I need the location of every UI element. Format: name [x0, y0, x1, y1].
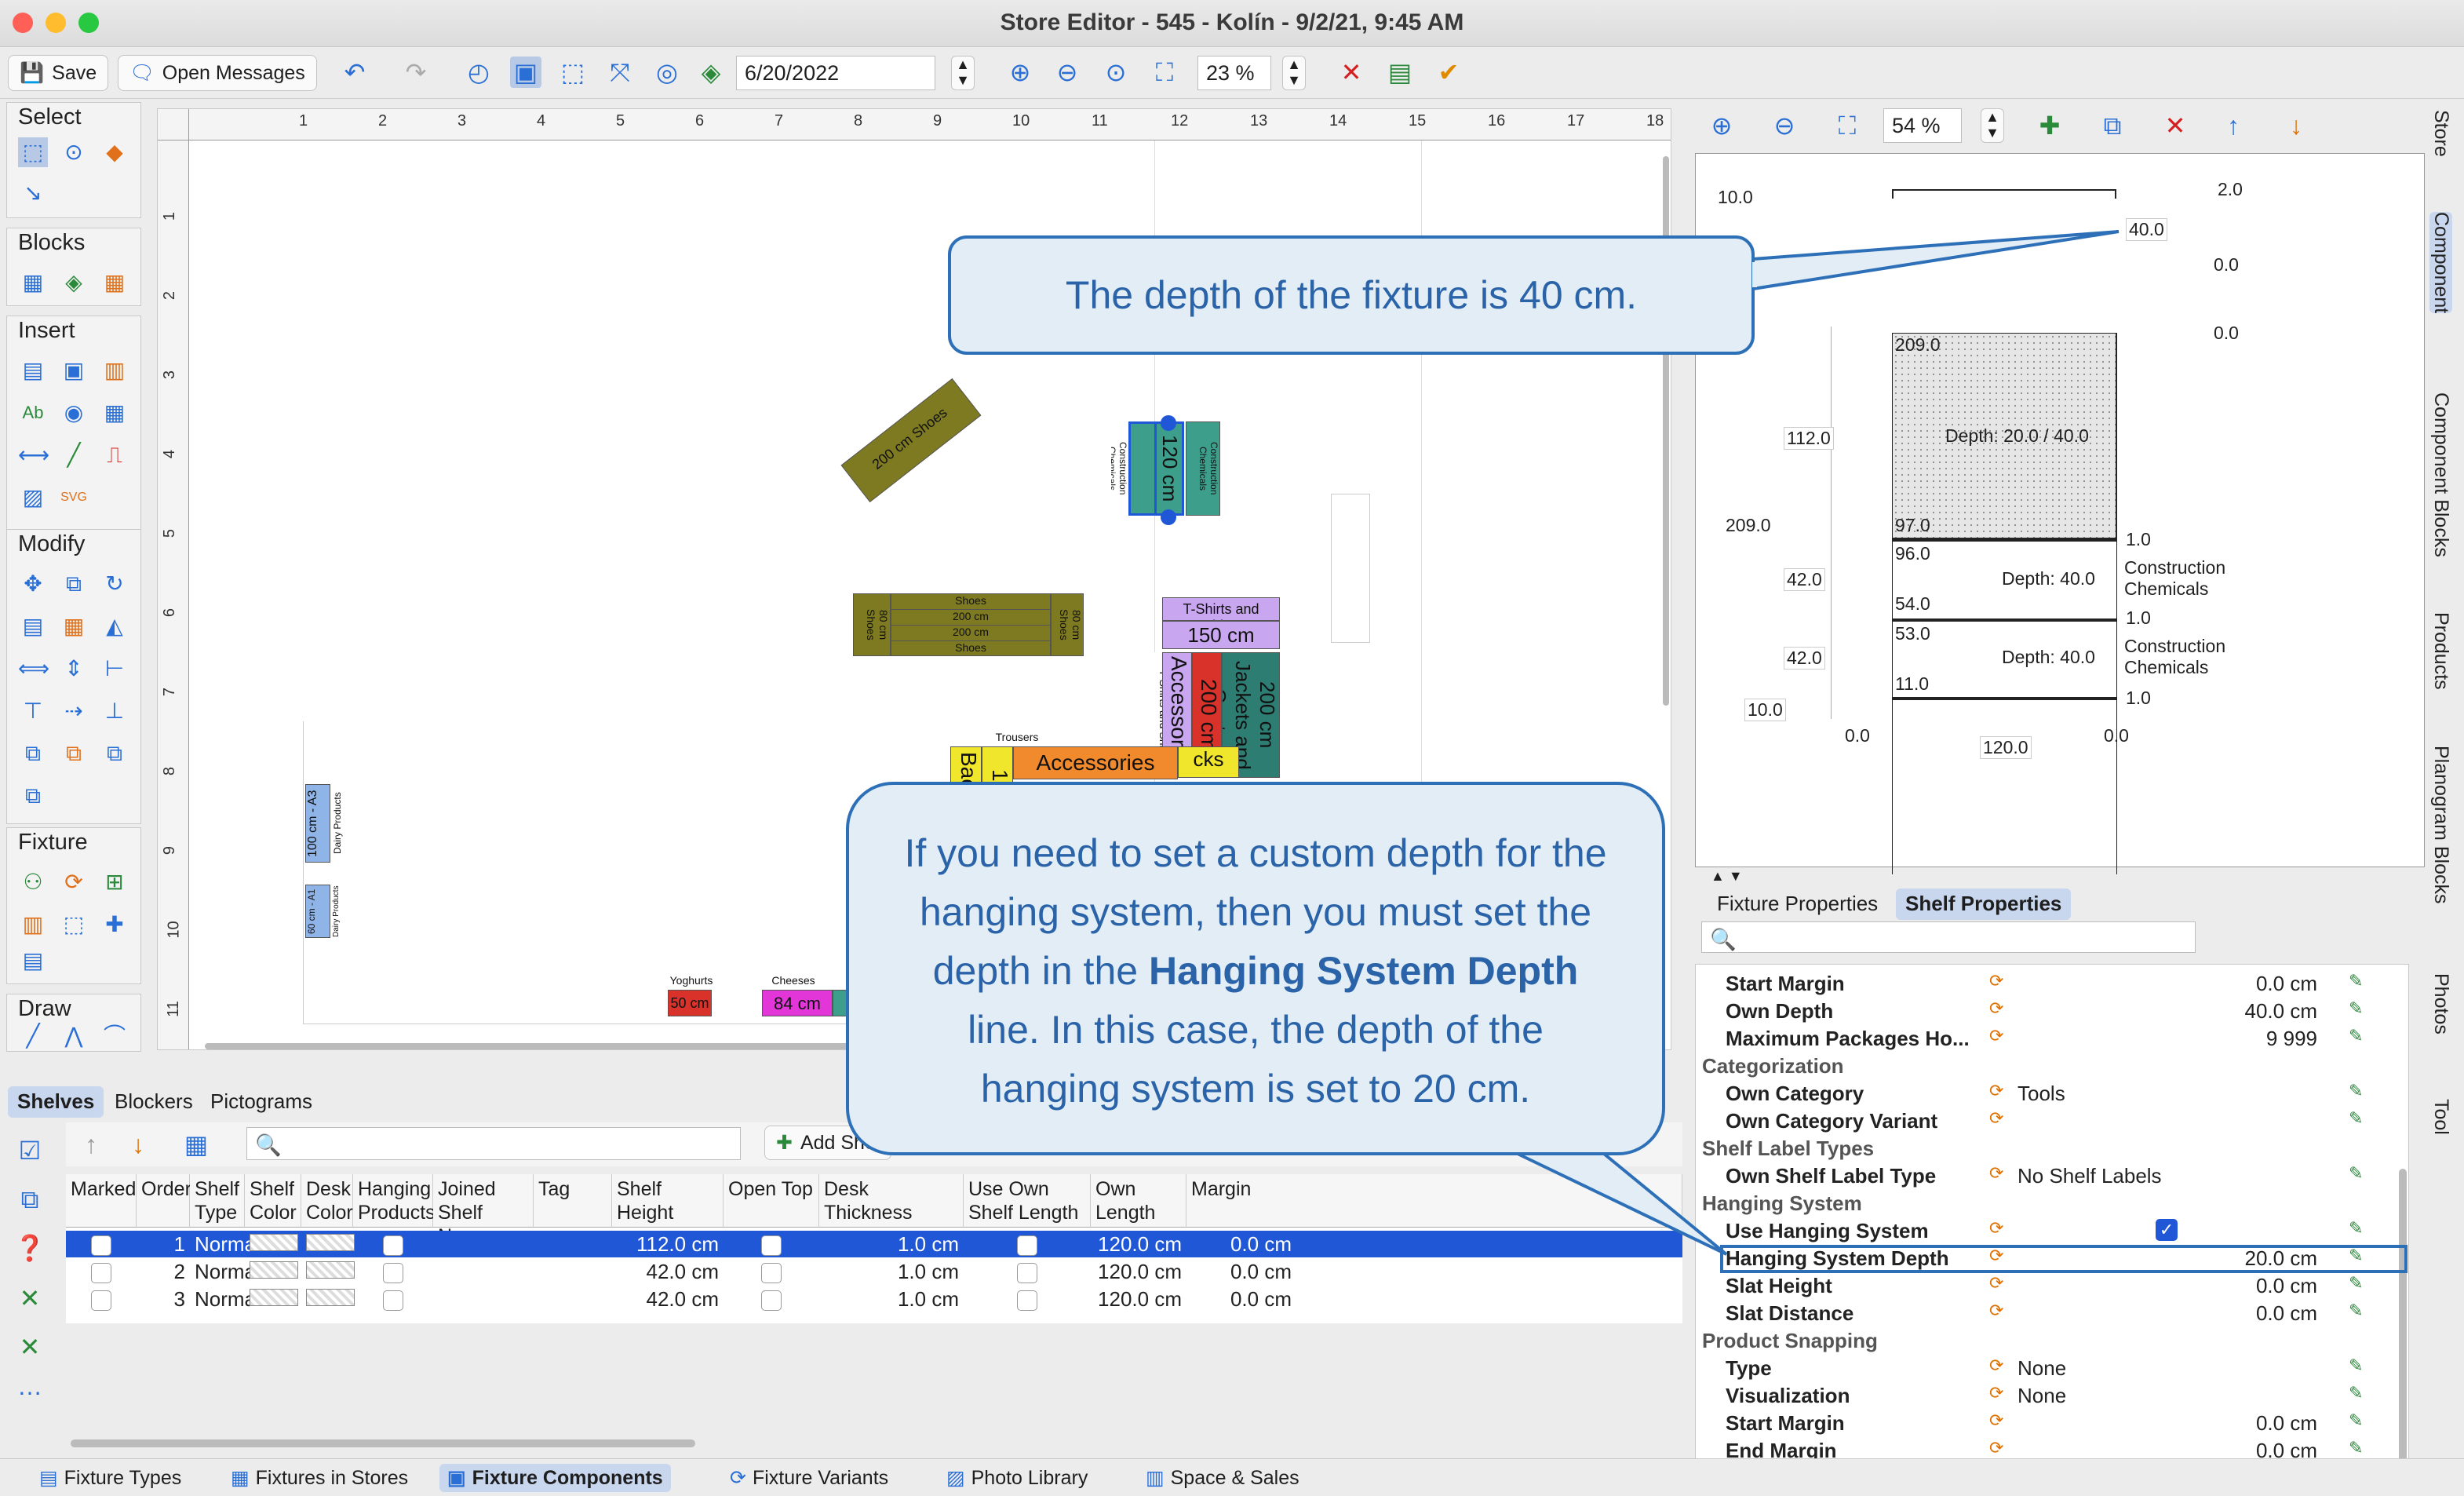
fixture-components-icon: ▣ [447, 1467, 466, 1489]
footer-tab[interactable]: ▦ Fixtures in Stores [223, 1464, 416, 1492]
footer-tab-label: Fixture Variants [752, 1466, 889, 1489]
side-tab[interactable]: Photos [2429, 973, 2452, 1034]
fixture-types-icon: ▤ [39, 1467, 58, 1489]
highlight-hanging-depth-row [1720, 1245, 2408, 1273]
footer-tab[interactable]: ▨ Photo Library [939, 1464, 1095, 1492]
footer-tab-label: Photo Library [971, 1466, 1088, 1489]
side-tabs: Store Component Component Blocks Products Pl… [2425, 110, 2464, 1334]
footer-tab[interactable]: ▣ Fixture Components [439, 1464, 671, 1492]
side-tab[interactable]: Component Blocks [2429, 392, 2452, 557]
footer-tab-label: Space & Sales [1170, 1466, 1299, 1489]
callout-text-bold: Hanging System Depth [1148, 949, 1579, 993]
footer-tab-label: Fixture Components [472, 1466, 663, 1489]
callout-hanging-pointer [1517, 1152, 1728, 1256]
side-tab[interactable]: Products [2429, 612, 2452, 690]
space-sales-icon: ▥ [1146, 1467, 1165, 1489]
callout-pointers [1517, 230, 2408, 1273]
side-tab[interactable]: Planogram Blocks [2429, 746, 2452, 903]
callout-text-post: line. In this case, the depth of the han… [968, 1008, 1544, 1111]
footer-tab[interactable]: ⟳ Fixture Variants [722, 1464, 896, 1492]
side-tab[interactable]: Component [2429, 212, 2452, 314]
footer-tabs: ▤ Fixture Types ▦ Fixtures in Stores ▣ Fixtur… [0, 1458, 2464, 1496]
side-tab[interactable]: Store [2429, 110, 2452, 157]
callout-hanging-system: If you need to set a custom depth for th… [846, 782, 1665, 1155]
footer-tab-label: Fixtures in Stores [255, 1466, 409, 1489]
callout-depth-pointer [1751, 230, 2120, 291]
photo-library-icon: ▨ [946, 1467, 965, 1489]
footer-tab[interactable]: ▤ Fixture Types [31, 1464, 189, 1492]
footer-tab[interactable]: ▥ Space & Sales [1138, 1464, 1307, 1492]
footer-tab-label: Fixture Types [64, 1466, 182, 1489]
side-tab[interactable]: Tool [2429, 1099, 2452, 1135]
fixtures-in-stores-icon: ▦ [231, 1467, 250, 1489]
fixture-variants-icon: ⟳ [730, 1467, 746, 1489]
